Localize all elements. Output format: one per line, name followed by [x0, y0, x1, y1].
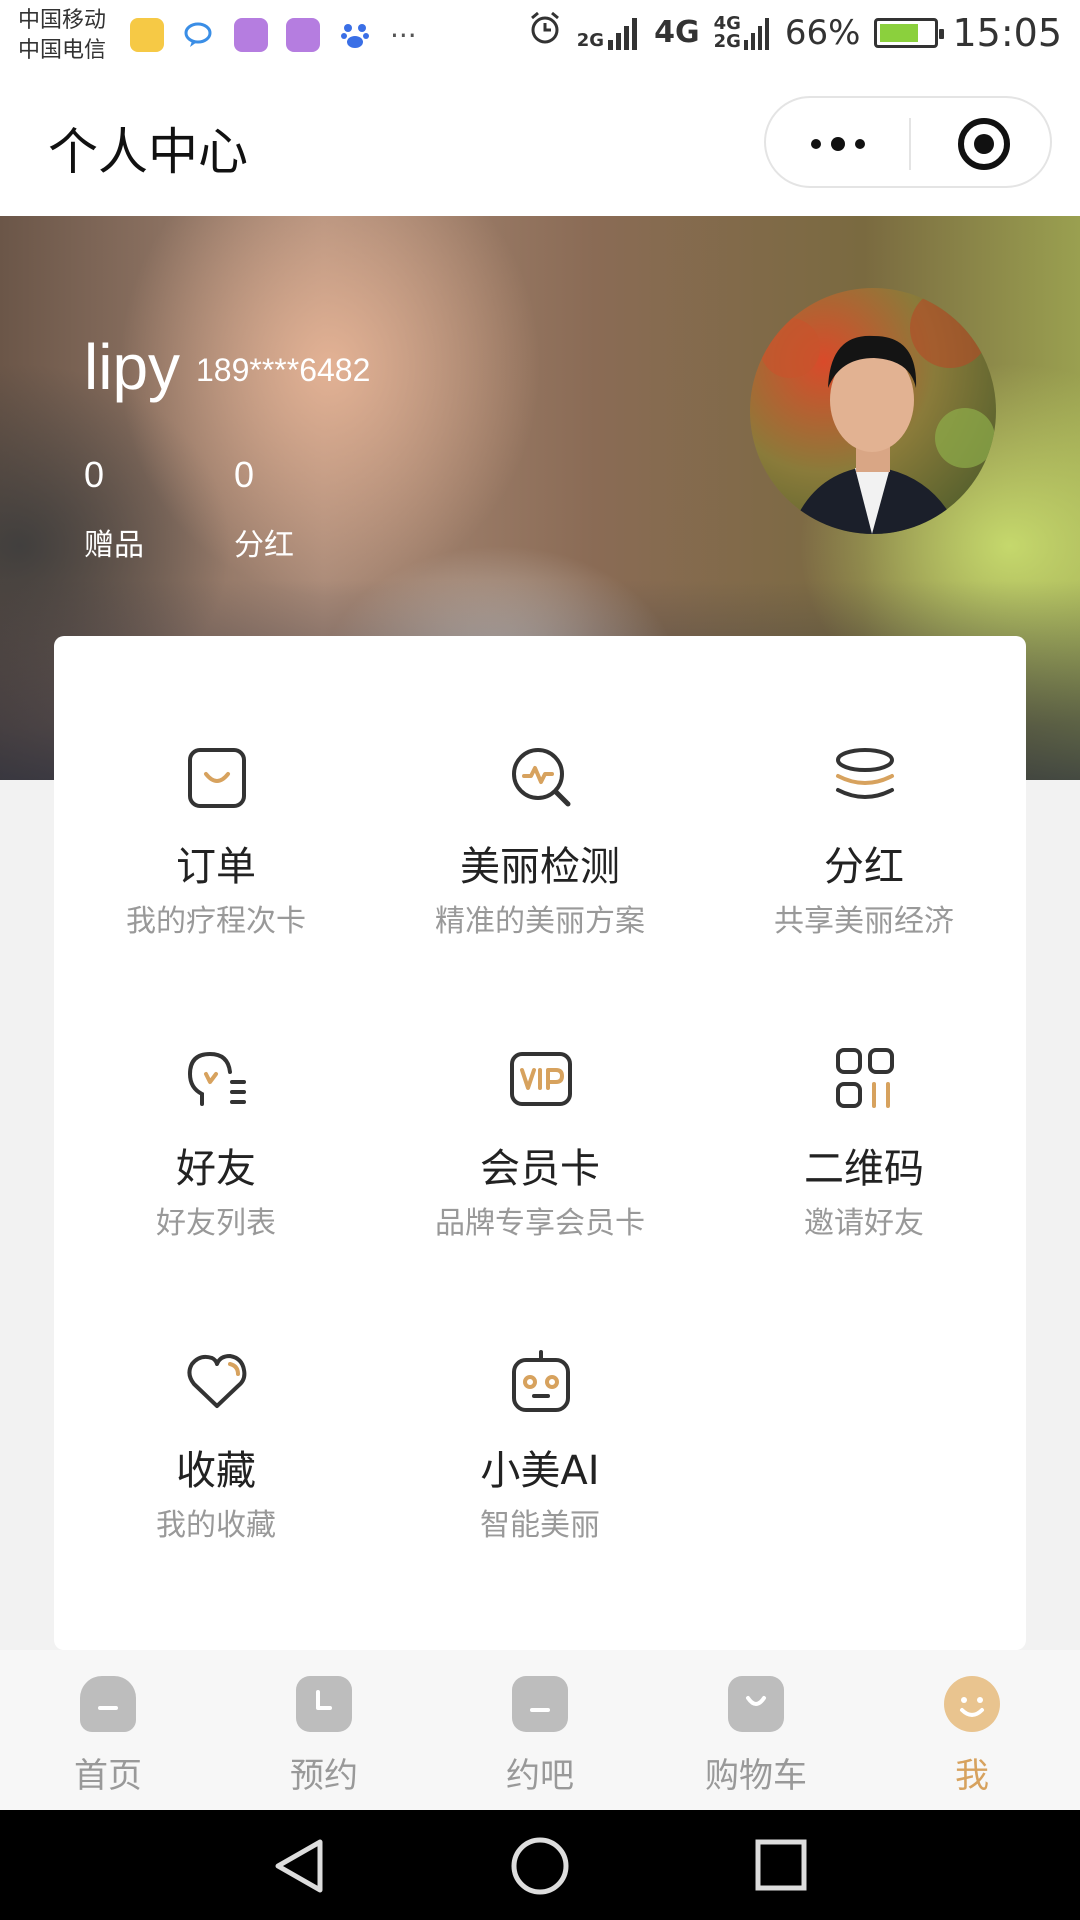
tab-me[interactable]: 我 — [864, 1676, 1080, 1806]
battery-icon — [874, 17, 945, 48]
tab-meetup[interactable]: 约吧 — [432, 1676, 648, 1806]
menu-item-qr-code[interactable]: 二维码 邀请好友 — [702, 1046, 1026, 1276]
menu-item-subtitle: 智能美丽 — [480, 1508, 600, 1543]
menu-item-subtitle: 邀请好友 — [804, 1206, 924, 1241]
battery-percent: 66% — [784, 12, 861, 53]
chat-icon — [512, 1676, 568, 1732]
menu-item-subtitle: 好友列表 — [156, 1206, 276, 1241]
notification-icons: ··· — [130, 18, 417, 52]
gift-label[interactable]: 赠品 — [84, 520, 144, 564]
recents-icon[interactable] — [755, 1839, 807, 1891]
signal-2g: 2G — [577, 16, 640, 50]
menu-item-subtitle: 共享美丽经济 — [774, 904, 954, 939]
qr-code-icon — [836, 1048, 894, 1108]
signal-bars-icon — [608, 17, 638, 50]
page-title: 个人中心 — [48, 123, 248, 181]
menu-item-dividend[interactable]: 分红 共享美丽经济 — [702, 744, 1026, 974]
feature-card: 订单 我的疗程次卡 美丽检测 精准的美丽方案 分红 共享美丽经济 好友 好友列表… — [54, 636, 1026, 1650]
menu-item-subtitle: 品牌专享会员卡 — [435, 1206, 645, 1241]
menu-item-title: 小美AI — [480, 1448, 600, 1494]
menu-item-title: 会员卡 — [480, 1146, 600, 1192]
carrier-1: 中国移动 — [18, 8, 107, 33]
mini-program-capsule — [764, 96, 1052, 188]
menu-item-title: 好友 — [176, 1146, 256, 1192]
tab-label: 预约 — [290, 1756, 358, 1796]
menu-item-subtitle: 精准的美丽方案 — [435, 904, 645, 939]
menu-item-title: 分红 — [824, 844, 904, 890]
menu-item-title: 订单 — [176, 844, 256, 890]
message-app-icon — [130, 18, 164, 52]
coins-stack-icon — [836, 748, 894, 799]
home-circle-icon[interactable] — [511, 1837, 569, 1895]
menu-item-title: 美丽检测 — [460, 844, 620, 890]
order-bag-icon — [188, 748, 246, 808]
smile-icon — [944, 1676, 1000, 1732]
tab-label: 约吧 — [506, 1756, 574, 1796]
system-status: 2G 4G 4G 2G 66% 15:05 — [527, 10, 1062, 55]
more-menu-button[interactable] — [806, 120, 870, 168]
more-notifications: ··· — [390, 18, 417, 52]
status-bar: 中国移动 中国电信 ··· 2G 4G 4G 2G 66% 15:05 — [0, 0, 1080, 76]
close-mini-program-button[interactable] — [958, 118, 1010, 170]
friends-icon — [187, 1051, 246, 1106]
menu-item-beauty-scan[interactable]: 美丽检测 精准的美丽方案 — [378, 744, 702, 974]
keyboard-app-icon — [286, 18, 320, 52]
capsule-divider — [909, 118, 911, 170]
system-navigation-bar — [0, 1810, 1080, 1920]
menu-item-title: 二维码 — [804, 1146, 924, 1192]
beauty-scan-icon — [512, 748, 571, 807]
phone-number: 189****6482 — [196, 352, 371, 388]
dividend-count[interactable]: 0 — [234, 454, 254, 496]
home-icon — [80, 1676, 136, 1732]
chat-bubble-icon — [182, 18, 216, 52]
back-icon[interactable] — [275, 1839, 323, 1893]
menu-item-friends[interactable]: 好友 好友列表 — [54, 1046, 378, 1276]
tab-home[interactable]: 首页 — [0, 1676, 216, 1806]
alarm-icon — [527, 10, 563, 55]
tab-label: 我 — [955, 1756, 989, 1796]
carrier-2: 中国电信 — [18, 38, 107, 63]
tab-cart[interactable]: 购物车 — [648, 1676, 864, 1806]
tab-label: 首页 — [74, 1756, 142, 1796]
menu-item-ai[interactable]: 小美AI 智能美丽 — [378, 1348, 702, 1578]
menu-item-subtitle: 我的疗程次卡 — [126, 904, 306, 939]
signal-bars-icon — [743, 17, 769, 50]
clock-time: 15:05 — [952, 10, 1062, 55]
menu-item-subtitle: 我的收藏 — [156, 1508, 276, 1543]
username: lipy — [84, 331, 181, 403]
menu-item-order[interactable]: 订单 我的疗程次卡 — [54, 744, 378, 974]
navigation-bar: 个人中心 — [0, 76, 1080, 216]
vip-card-icon — [510, 1052, 572, 1106]
menu-item-title: 收藏 — [176, 1448, 256, 1494]
gallery-app-icon — [234, 18, 268, 52]
cart-bag-icon — [728, 1676, 784, 1732]
heart-icon — [187, 1354, 247, 1408]
avatar[interactable] — [750, 288, 996, 534]
network-4g: 4G — [654, 15, 700, 50]
tab-appointment[interactable]: 预约 — [216, 1676, 432, 1806]
tab-label: 购物车 — [705, 1756, 807, 1796]
carrier-names: 中国移动 中国电信 — [18, 6, 106, 66]
menu-item-favorites[interactable]: 收藏 我的收藏 — [54, 1348, 378, 1578]
baidu-paw-icon — [338, 18, 372, 52]
gift-count[interactable]: 0 — [84, 454, 104, 496]
clock-icon — [296, 1676, 352, 1732]
bottom-tab-bar: 首页 预约 约吧 购物车 我 — [0, 1650, 1080, 1810]
robot-icon — [512, 1350, 570, 1412]
signal-4g-2g: 4G 2G — [714, 14, 771, 51]
dividend-label[interactable]: 分红 — [234, 520, 294, 564]
menu-item-vip-card[interactable]: 会员卡 品牌专享会员卡 — [378, 1046, 702, 1276]
